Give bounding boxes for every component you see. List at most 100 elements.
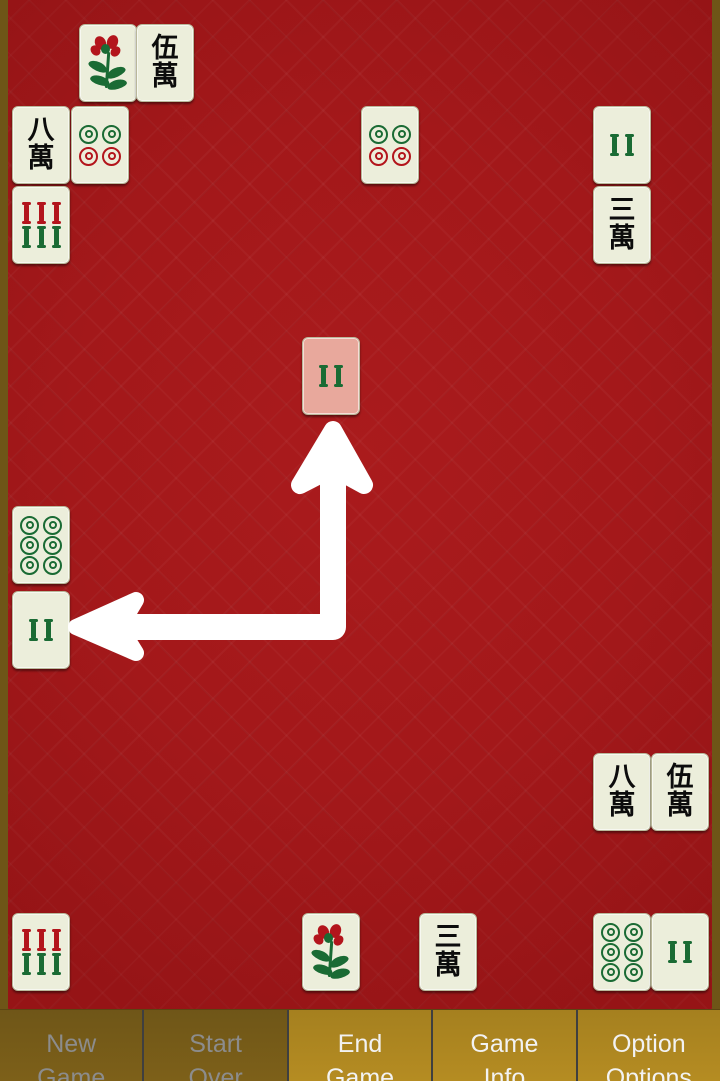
circle-dot	[369, 124, 388, 144]
button-label-line1: New	[46, 1030, 97, 1058]
character-top: 三	[608, 195, 636, 227]
bamboo-tile[interactable]	[302, 337, 360, 415]
button-label-line2: Game	[325, 1063, 395, 1081]
bamboo-stick	[36, 226, 46, 248]
circle-dot	[601, 942, 620, 962]
bamboo-tile[interactable]	[593, 106, 651, 184]
circle-dot	[102, 124, 121, 144]
tile-face: 三萬	[420, 914, 476, 990]
bamboo-stick	[51, 929, 61, 951]
circle-dot	[79, 124, 98, 144]
bamboo-tile[interactable]	[12, 591, 70, 669]
bamboo-group	[319, 365, 343, 387]
bamboo-tile[interactable]	[12, 186, 70, 264]
character-top: 三	[434, 922, 462, 954]
end-game-button[interactable]: End Game	[288, 1010, 434, 1081]
circle-group	[20, 515, 62, 575]
bamboo-stick	[334, 365, 343, 387]
button-label-line1: End	[337, 1030, 383, 1058]
tile-face: 三萬	[594, 187, 650, 263]
bamboo-group	[29, 619, 53, 641]
game-info-button[interactable]: Game Info	[433, 1010, 578, 1081]
character-top: 八	[27, 115, 55, 147]
board-edge-right	[712, 0, 720, 1010]
flower-glyph	[86, 33, 130, 92]
tile-face: 八萬	[13, 107, 69, 183]
tile-face	[303, 914, 359, 990]
board-edge-left	[0, 0, 8, 1010]
bamboo-group	[21, 929, 61, 975]
character-bottom: 萬	[666, 790, 694, 821]
circle-dot	[601, 922, 620, 942]
character-tile[interactable]: 伍萬	[651, 753, 709, 831]
character-tile[interactable]: 八萬	[12, 106, 70, 184]
start-over-button[interactable]: Start Over	[144, 1010, 289, 1081]
circle-tile[interactable]	[12, 506, 70, 584]
bamboo-stick	[51, 226, 61, 248]
character-tile[interactable]: 三萬	[593, 186, 651, 264]
tile-face	[303, 338, 359, 414]
bottom-toolbar: New Game Start Over End Game Game Info Option Opt…	[0, 1009, 720, 1081]
bamboo-group	[668, 941, 692, 963]
circle-dot	[624, 962, 643, 982]
tile-face: 伍萬	[137, 25, 193, 101]
options-button[interactable]: Option Options	[577, 1010, 720, 1081]
bamboo-tile[interactable]	[651, 913, 709, 991]
character-glyph: 八萬	[608, 762, 636, 819]
circle-tile[interactable]	[361, 106, 419, 184]
character-bottom: 萬	[608, 223, 636, 254]
button-label-line2: Game	[37, 1063, 106, 1081]
tile-face: 伍萬	[652, 754, 708, 830]
flower-tile[interactable]	[79, 24, 137, 102]
circle-dot	[392, 124, 411, 144]
character-glyph: 伍萬	[151, 33, 179, 92]
character-top: 八	[608, 762, 636, 794]
bamboo-stick	[44, 619, 53, 641]
bamboo-stick	[21, 226, 31, 248]
game-screen: 伍萬八萬三萬八萬伍萬三萬 New Game Start Over End Game Game…	[0, 0, 720, 1081]
bamboo-stick	[21, 929, 31, 951]
character-top: 伍	[666, 762, 694, 794]
circle-dot	[43, 535, 62, 555]
button-label-line1: Option	[611, 1030, 686, 1058]
character-tile[interactable]: 八萬	[593, 753, 651, 831]
flower-glyph	[309, 922, 353, 981]
circle-dot	[392, 146, 411, 166]
character-bottom: 萬	[151, 61, 179, 92]
bamboo-group	[21, 202, 61, 248]
character-glyph: 八萬	[27, 115, 55, 172]
circle-tile[interactable]	[71, 106, 129, 184]
tile-face	[13, 592, 69, 668]
circle-dot	[601, 962, 620, 982]
circle-group	[601, 922, 643, 982]
bamboo-stick	[29, 619, 38, 641]
circle-dot	[79, 146, 98, 166]
bamboo-stick	[610, 134, 619, 156]
circle-dot	[20, 555, 39, 575]
character-tile[interactable]: 伍萬	[136, 24, 194, 102]
circle-dot	[102, 146, 121, 166]
circle-group	[79, 124, 121, 166]
tile-face: 八萬	[594, 754, 650, 830]
bamboo-tile[interactable]	[12, 913, 70, 991]
circle-dot	[624, 922, 643, 942]
mahjong-board[interactable]: 伍萬八萬三萬八萬伍萬三萬	[8, 0, 712, 1010]
bamboo-stick	[51, 953, 61, 975]
tile-face	[13, 507, 69, 583]
bamboo-stick	[625, 134, 634, 156]
circle-dot	[20, 535, 39, 555]
button-label-line1: Start	[189, 1030, 242, 1058]
tile-face	[652, 914, 708, 990]
character-top: 伍	[151, 33, 179, 65]
tile-face	[594, 107, 650, 183]
new-game-button[interactable]: New Game	[0, 1010, 145, 1081]
circle-dot	[369, 146, 388, 166]
button-label-line1: Game	[470, 1030, 539, 1058]
bamboo-stick	[683, 941, 692, 963]
flower-tile[interactable]	[302, 913, 360, 991]
circle-dot	[43, 555, 62, 575]
character-tile[interactable]: 三萬	[419, 913, 477, 991]
circle-dot	[624, 942, 643, 962]
character-bottom: 萬	[434, 950, 462, 981]
circle-tile[interactable]	[593, 913, 651, 991]
